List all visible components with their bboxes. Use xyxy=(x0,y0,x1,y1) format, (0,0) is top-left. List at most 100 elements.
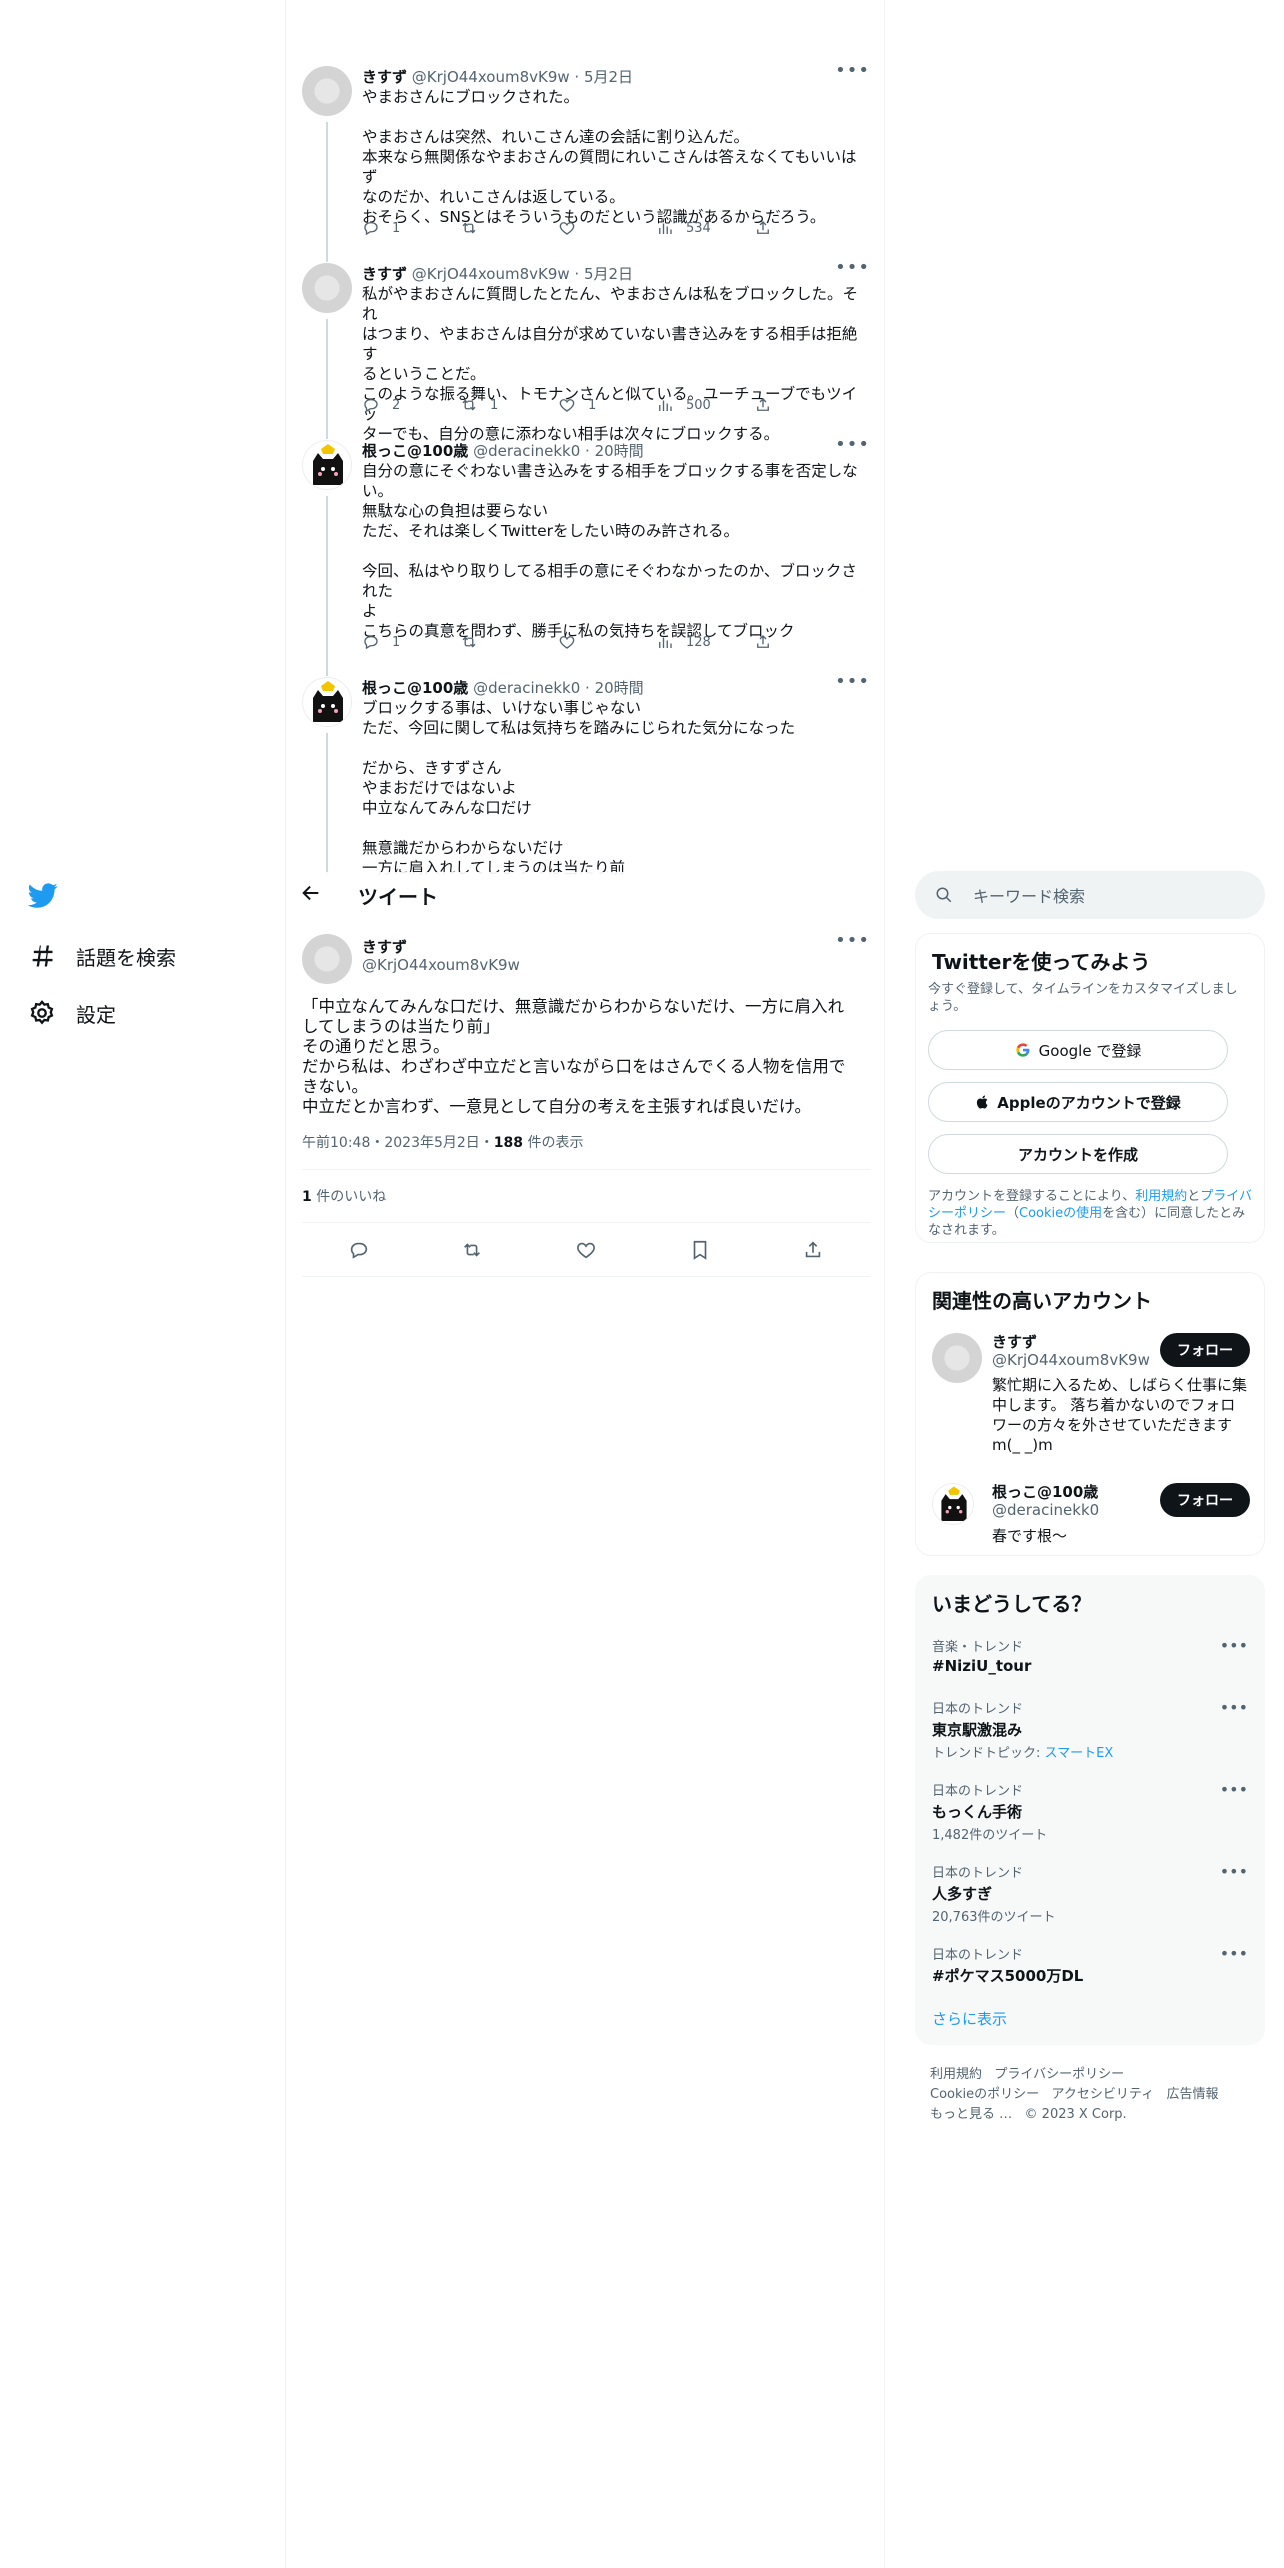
reply-button[interactable]: 1 xyxy=(362,219,460,237)
more-icon[interactable]: ••• xyxy=(835,930,870,951)
trend-item[interactable]: 日本のトレンド 人多すぎ 20,763件のツイート ••• xyxy=(932,1862,1248,1925)
tweet-time[interactable]: 20時間 xyxy=(595,442,644,460)
trend-item[interactable]: 日本のトレンド もっくん手術 1,482件のツイート ••• xyxy=(932,1780,1248,1843)
more-icon[interactable]: ••• xyxy=(1220,1780,1248,1799)
bookmark-icon[interactable] xyxy=(689,1239,711,1261)
account-handle[interactable]: @KrjO44xoum8vK9w xyxy=(992,1351,1150,1369)
apple-signup-button[interactable]: Appleのアカウントで登録 xyxy=(928,1082,1228,1122)
footer-more-link[interactable]: もっと見る … xyxy=(930,2107,1012,2122)
footer-link[interactable]: 利用規約 xyxy=(930,2067,982,2082)
related-account[interactable]: 根っこ@100歳 @deracinekk0 フォロー 春です根～ xyxy=(916,1479,1264,1549)
trend-item[interactable]: 日本のトレンド #ポケマス5000万DL ••• xyxy=(932,1944,1248,1986)
footer-link[interactable]: アクセシビリティ xyxy=(1052,2087,1155,2102)
views-button[interactable]: 534 xyxy=(656,219,754,237)
views-button[interactable]: 128 xyxy=(656,633,754,651)
tweet-time[interactable]: 5月2日 xyxy=(584,265,633,283)
retweet-button[interactable] xyxy=(460,219,558,237)
thread-tweet[interactable]: きすず @KrjO44xoum8vK9w · 5月2日 ••• 私がやまおさんに… xyxy=(302,257,870,443)
more-icon[interactable]: ••• xyxy=(1220,1862,1248,1881)
author-name[interactable]: きすず xyxy=(362,68,407,86)
trend-item[interactable]: 音楽・トレンド #NiziU_tour ••• xyxy=(932,1636,1248,1675)
account-handle[interactable]: @deracinekk0 xyxy=(992,1501,1099,1519)
show-more-link[interactable]: さらに表示 xyxy=(932,2008,1007,2029)
likes-summary[interactable]: 1 件のいいね xyxy=(302,1186,386,1206)
share-button[interactable] xyxy=(754,633,852,651)
avatar[interactable] xyxy=(302,677,352,727)
heart-icon[interactable] xyxy=(575,1239,597,1261)
retweet-icon xyxy=(462,399,476,411)
more-icon[interactable]: ••• xyxy=(1220,1944,1248,1963)
more-icon[interactable]: ••• xyxy=(835,257,870,278)
avatar[interactable] xyxy=(302,440,352,490)
author-handle[interactable]: @KrjO44xoum8vK9w xyxy=(412,265,570,283)
tweet-header: きすず @KrjO44xoum8vK9w · 5月2日 xyxy=(362,68,634,86)
more-icon[interactable]: ••• xyxy=(1220,1636,1248,1655)
trend-item[interactable]: 日本のトレンド 東京駅激混み トレンドトピック: スマートEX ••• xyxy=(932,1698,1248,1761)
views-button[interactable]: 500 xyxy=(656,396,754,414)
thread-tweet[interactable]: きすず @KrjO44xoum8vK9w · 5月2日 ••• やまおさんにブロ… xyxy=(302,60,870,262)
footer-link[interactable]: プライバシーポリシー xyxy=(994,2067,1124,2082)
views-icon xyxy=(659,637,672,648)
author-handle[interactable]: @KrjO44xoum8vK9w xyxy=(362,956,520,974)
author-name[interactable]: 根っこ@100歳 xyxy=(362,442,468,460)
cookie-link[interactable]: Cookieの使用 xyxy=(1019,1206,1102,1221)
create-account-button[interactable]: アカウントを作成 xyxy=(928,1134,1228,1174)
nav-explore[interactable]: 話題を検索 xyxy=(28,936,176,976)
account-name[interactable]: きすず xyxy=(992,1331,1037,1352)
trends-panel: いまどうしてる？ 音楽・トレンド #NiziU_tour ••• 日本のトレンド… xyxy=(915,1575,1265,2045)
avatar[interactable] xyxy=(302,934,352,984)
more-icon[interactable]: ••• xyxy=(835,60,870,81)
timestamp[interactable]: 午前10:48・2023年5月2日・ xyxy=(302,1135,494,1151)
like-button[interactable]: 1 xyxy=(558,396,656,414)
share-button[interactable] xyxy=(754,219,852,237)
retweet-icon xyxy=(462,222,476,234)
avatar[interactable] xyxy=(932,1483,974,1525)
google-signup-button[interactable]: Google で登録 xyxy=(928,1030,1228,1070)
related-account[interactable]: きすず @KrjO44xoum8vK9w フォロー 繁忙期に入るため、しばらく仕… xyxy=(916,1329,1264,1469)
author-name[interactable]: きすず xyxy=(362,265,407,283)
reply-button[interactable]: 1 xyxy=(362,633,460,651)
retweet-button[interactable] xyxy=(460,633,558,651)
retweet-icon[interactable] xyxy=(461,1239,483,1261)
tweet-line: やまおだけではないよ xyxy=(362,779,517,797)
retweet-button[interactable]: 1 xyxy=(460,396,558,414)
author-handle[interactable]: @deracinekk0 xyxy=(473,679,580,697)
like-button[interactable] xyxy=(558,633,656,651)
tweet-line: 今回、私はやり取りしてる相手の意にそぐわなかったのか、ブロックされた xyxy=(362,562,857,600)
reply-icon[interactable] xyxy=(348,1239,370,1261)
more-icon[interactable]: ••• xyxy=(835,677,870,692)
nav-settings[interactable]: 設定 xyxy=(28,993,116,1033)
like-button[interactable] xyxy=(558,219,656,237)
back-button[interactable] xyxy=(300,882,322,908)
views-count: 188 xyxy=(493,1135,524,1151)
author-name[interactable]: きすず xyxy=(362,936,407,957)
tweet-time[interactable]: 20時間 xyxy=(595,679,644,697)
share-icon[interactable] xyxy=(802,1239,824,1261)
more-icon[interactable]: ••• xyxy=(1220,1698,1248,1717)
reply-button[interactable]: 2 xyxy=(362,396,460,414)
more-icon[interactable]: ••• xyxy=(835,434,870,455)
thread-connector xyxy=(326,122,328,262)
footer-link[interactable]: 広告情報 xyxy=(1167,2087,1219,2102)
author-name[interactable]: 根っこ@100歳 xyxy=(362,679,468,697)
author-handle[interactable]: @KrjO44xoum8vK9w xyxy=(412,68,570,86)
avatar[interactable] xyxy=(302,66,352,116)
account-name[interactable]: 根っこ@100歳 xyxy=(992,1481,1098,1502)
share-button[interactable] xyxy=(754,396,852,414)
trend-topic-link[interactable]: スマートEX xyxy=(1045,1746,1114,1761)
avatar[interactable] xyxy=(932,1333,982,1383)
search-input[interactable]: キーワード検索 xyxy=(915,871,1265,919)
author-handle[interactable]: @deracinekk0 xyxy=(473,442,580,460)
tweet-time[interactable]: 5月2日 xyxy=(584,68,633,86)
footer-link[interactable]: Cookieのポリシー xyxy=(930,2087,1039,2102)
thread-tweet[interactable]: 根っこ@100歳 @deracinekk0 · 20時間 ••• ブロックする事… xyxy=(302,677,870,877)
terms-link[interactable]: 利用規約 xyxy=(1135,1189,1187,1204)
arrow-left-icon xyxy=(302,885,319,901)
avatar[interactable] xyxy=(302,263,352,313)
thread-tweet[interactable]: 根っこ@100歳 @deracinekk0 · 20時間 ••• 自分の意にそぐ… xyxy=(302,434,870,676)
trend-name: #ポケマス5000万DL xyxy=(932,1967,1084,1985)
twitter-logo[interactable] xyxy=(27,880,58,914)
follow-button[interactable]: フォロー xyxy=(1160,1333,1250,1367)
signup-title: Twitterを使ってみよう xyxy=(932,950,1151,974)
follow-button[interactable]: フォロー xyxy=(1160,1483,1250,1517)
